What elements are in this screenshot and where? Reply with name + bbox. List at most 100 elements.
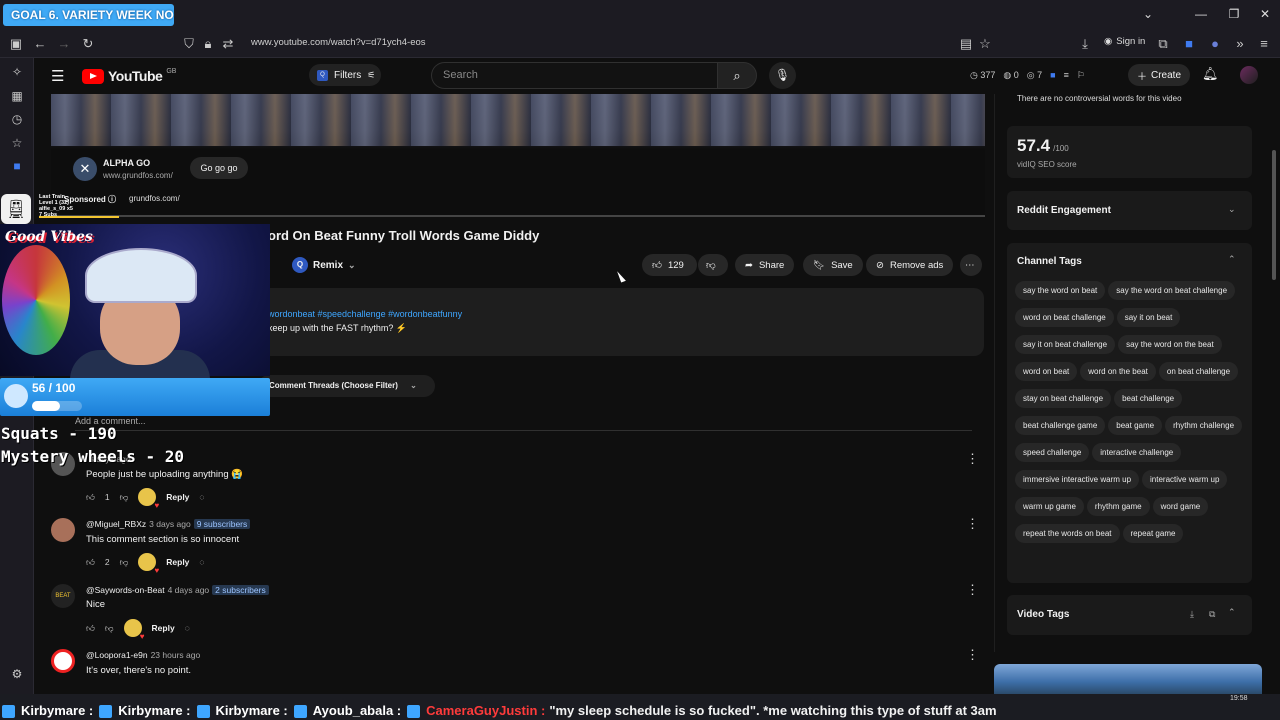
youtube-logo[interactable]: YouTube GB <box>82 66 176 86</box>
thumbs-up-icon[interactable]: 👍︎ <box>86 623 95 634</box>
more-actions-button[interactable]: ⋯ <box>960 254 982 276</box>
history-icon[interactable]: ◷ <box>9 111 25 127</box>
extensions-icon[interactable]: ⧉ <box>1155 36 1171 52</box>
channel-tag-chip[interactable]: word on the beat <box>1080 362 1156 381</box>
thumbs-up-icon[interactable]: 👍︎ <box>86 492 95 503</box>
ad-brand-icon[interactable]: ✕ <box>73 157 97 181</box>
sponsored-url[interactable]: grundfos.com/ <box>129 194 180 203</box>
channel-tag-chip[interactable]: word game <box>1152 497 1209 516</box>
ad-cta-button[interactable]: Go go go <box>190 157 248 179</box>
vidiq-extension-icon[interactable]: ■ <box>1181 36 1197 52</box>
shield-icon[interactable]: ⛉ <box>181 36 197 52</box>
share-button[interactable]: ➦ Share <box>735 254 795 276</box>
ad-name[interactable]: ALPHA GO <box>103 158 150 168</box>
avatar[interactable] <box>51 649 75 673</box>
taskbar-app-icon[interactable] <box>196 705 210 719</box>
search-button[interactable]: ⌕ <box>717 62 757 89</box>
restore-icon[interactable]: ❐ <box>1226 6 1242 22</box>
channel-tag-chip[interactable]: speed challenge <box>1015 443 1090 462</box>
thumbs-down-icon[interactable]: 👎︎ <box>120 557 129 568</box>
channel-tag-chip[interactable]: repeat game <box>1122 524 1184 543</box>
chevron-down-icon[interactable]: ⌄ <box>1140 6 1156 22</box>
channel-tag-chip[interactable]: immersive interactive warm up <box>1015 470 1140 489</box>
lock-icon[interactable]: 🔒︎ <box>200 36 216 52</box>
comment-author[interactable]: @Miguel_RBXz <box>86 519 146 529</box>
system-clock[interactable]: 19:58 <box>1230 695 1248 702</box>
thumbs-up-icon[interactable]: 👍︎ <box>86 557 95 568</box>
minimize-icon[interactable]: — <box>1193 6 1209 22</box>
notifications-bell-icon[interactable]: 🔔︎ <box>1202 66 1219 82</box>
chevron-down-icon[interactable]: ⌄ <box>1228 204 1236 215</box>
channel-tag-chip[interactable]: beat challenge <box>1114 389 1183 408</box>
vidiq-reply-icon[interactable]: ◌ <box>185 623 190 633</box>
download-icon[interactable]: ⤓ <box>1077 36 1093 52</box>
thumbs-down-icon[interactable]: 👎︎ <box>120 492 129 503</box>
menu-icon[interactable]: ≡ <box>1256 36 1272 52</box>
comment-thread-filter[interactable]: Comment Threads (Choose Filter) ⌄ <box>258 375 435 397</box>
chevron-up-icon[interactable]: ⌃ <box>1228 254 1236 265</box>
voice-search-button[interactable]: 🎙︎ <box>769 62 796 89</box>
permissions-icon[interactable]: ⇄ <box>220 36 236 52</box>
channel-tag-chip[interactable]: beat challenge game <box>1015 416 1106 435</box>
comment-menu-icon[interactable]: ⋮ <box>966 582 979 598</box>
vidiq-reply-icon[interactable]: ◌ <box>199 557 204 567</box>
download-icon[interactable]: ⤓ <box>1190 609 1194 620</box>
reply-button[interactable]: Reply <box>166 557 189 567</box>
avatar[interactable] <box>1240 66 1258 84</box>
channel-tag-chip[interactable]: warm up game <box>1015 497 1084 516</box>
channel-tag-chip[interactable]: word on beat challenge <box>1015 308 1114 327</box>
taskbar-app-icon[interactable] <box>2 705 15 719</box>
channel-tag-chip[interactable]: say the word on beat <box>1015 281 1106 300</box>
channel-tag-chip[interactable]: say it on beat challenge <box>1015 335 1116 354</box>
settings-gear-icon[interactable]: ⚙ <box>9 666 25 682</box>
comment-menu-icon[interactable]: ⋮ <box>966 451 979 467</box>
save-button[interactable]: 🔖︎ Save <box>803 254 863 276</box>
sidebar-toggle-icon[interactable]: ▣ <box>8 36 24 52</box>
forward-icon[interactable]: → <box>56 36 72 52</box>
recommended-thumbnail[interactable] <box>994 664 1262 694</box>
video-progress-bar[interactable] <box>51 215 985 217</box>
search-input[interactable]: Search <box>431 62 717 89</box>
thumbs-down-icon[interactable]: 👎︎ <box>105 623 114 634</box>
avatar[interactable] <box>51 518 75 542</box>
vidiq-stats[interactable]: ◷ 377 ◍ 0 ◎ 7 ■ ≡ ⚐ <box>970 70 1085 81</box>
comment-menu-icon[interactable]: ⋮ <box>966 647 979 663</box>
remove-ads-button[interactable]: ⊘ Remove ads <box>866 254 954 276</box>
taskbar-app-icon[interactable] <box>293 705 307 719</box>
channel-tag-chip[interactable]: stay on beat challenge <box>1015 389 1112 408</box>
copy-icon[interactable]: ⧉ <box>1209 609 1215 620</box>
sign-in-button[interactable]: ◉ Sign in <box>1104 36 1145 47</box>
reader-view-icon[interactable]: ▤ <box>958 36 974 52</box>
remix-button[interactable]: Q Remix ⌄ <box>292 255 356 275</box>
vidiq-sidebar-icon[interactable]: ■ <box>9 158 25 174</box>
description-hashtags[interactable]: wordonbeat #speedchallenge #wordonbeatfu… <box>268 309 462 319</box>
channel-tag-chip[interactable]: beat game <box>1108 416 1163 435</box>
channel-tag-chip[interactable]: rhythm game <box>1086 497 1150 516</box>
taskbar-app-icon[interactable] <box>407 705 421 719</box>
dislike-button[interactable]: 👎︎ <box>698 254 728 276</box>
avatar[interactable]: BEAT <box>51 584 75 608</box>
comment-author[interactable]: @Saywords-on-Beat <box>86 585 165 595</box>
url-text[interactable]: www.youtube.com/watch?v=d71ych4-eos <box>251 37 426 48</box>
info-icon[interactable]: ⓘ <box>108 195 116 204</box>
tabs-icon[interactable]: ▦ <box>9 88 25 104</box>
like-button[interactable]: 👍︎ 129 <box>642 254 697 276</box>
reload-icon[interactable]: ↻ <box>80 36 96 52</box>
page-scrollbar[interactable] <box>1272 150 1276 280</box>
channel-tag-chip[interactable]: word on beat <box>1015 362 1078 381</box>
comment-time[interactable]: 3 days ago <box>149 519 191 529</box>
channel-tag-chip[interactable]: interactive warm up <box>1142 470 1228 489</box>
channel-tag-chip[interactable]: say it on beat <box>1116 308 1181 327</box>
create-button[interactable]: ＋ Create <box>1128 64 1190 86</box>
channel-tag-chip[interactable]: repeat the words on beat <box>1015 524 1120 543</box>
channel-tag-chip[interactable]: say the word on the beat <box>1118 335 1222 354</box>
profile-extension-icon[interactable]: ● <box>1207 36 1223 52</box>
comment-time[interactable]: 23 hours ago <box>151 650 201 660</box>
filters-button[interactable]: Q Filters ⚟ <box>309 64 381 86</box>
channel-tag-chip[interactable]: say the word on beat challenge <box>1108 281 1236 300</box>
comment-menu-icon[interactable]: ⋮ <box>966 516 979 532</box>
channel-tag-chip[interactable]: rhythm challenge <box>1165 416 1243 435</box>
more-tools-icon[interactable]: » <box>1232 36 1248 52</box>
vidiq-reply-icon[interactable]: ◌ <box>199 492 204 502</box>
close-icon[interactable]: ✕ <box>1257 6 1273 22</box>
